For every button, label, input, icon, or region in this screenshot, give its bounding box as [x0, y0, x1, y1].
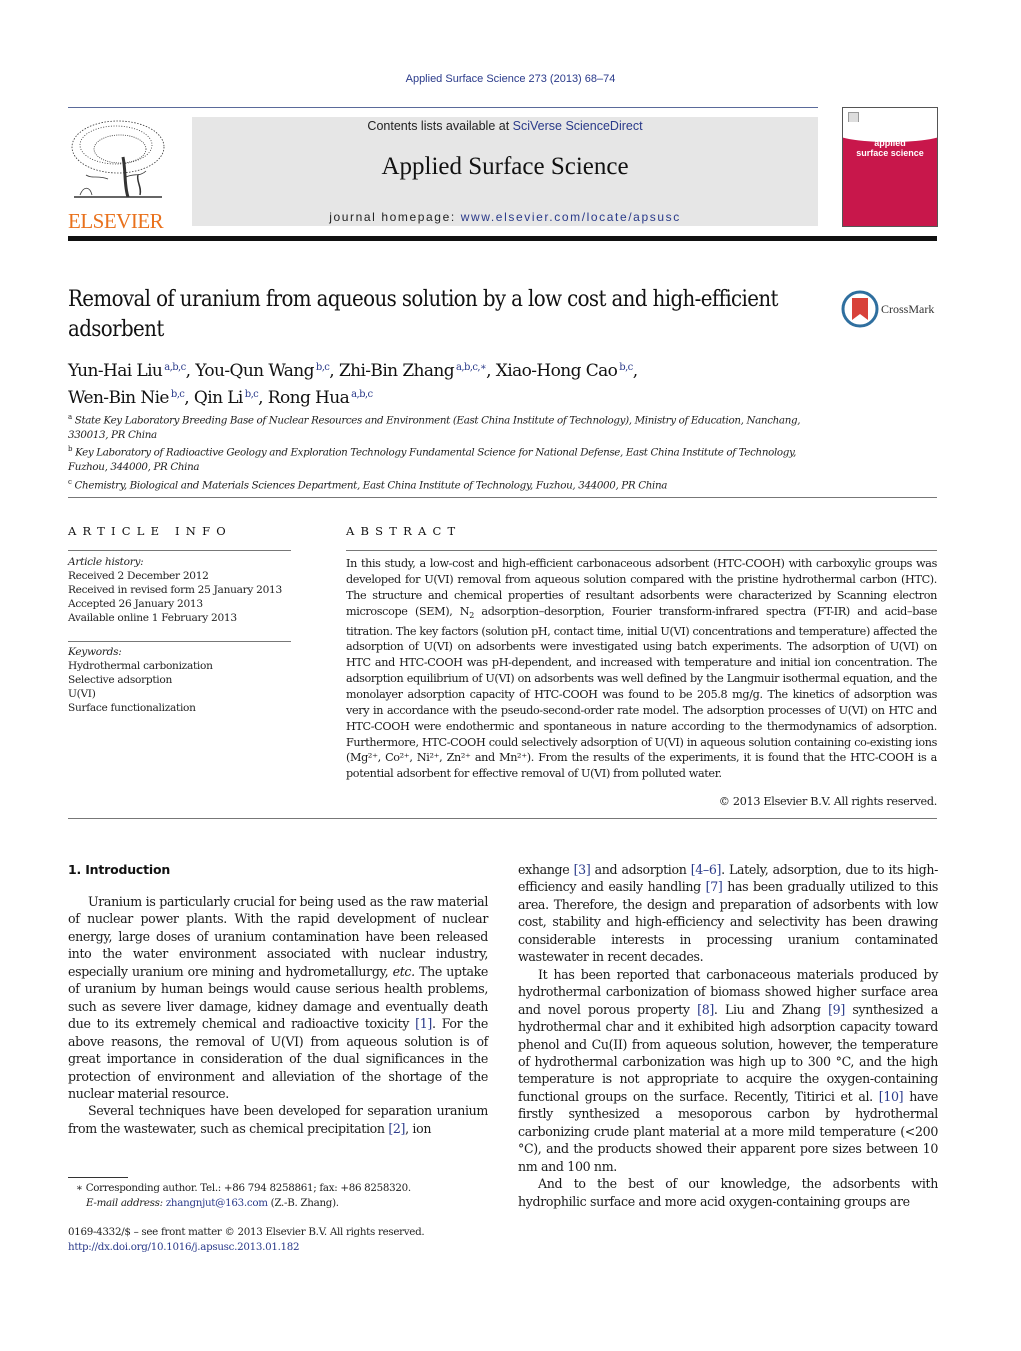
author[interactable]: Rong Hua a,b,c [268, 388, 373, 408]
affiliation: b Key Laboratory of Radioactive Geology … [68, 445, 797, 474]
affiliation: c Chemistry, Biological and Materials Sc… [68, 477, 668, 492]
keyword: Selective adsorption [68, 674, 172, 686]
author-list: Yun-Hai Liu a,b,c, You-Qun Wang b,c, Zhi-B… [68, 361, 638, 408]
journal-banner: Contents lists available at SciVerse Sci… [192, 117, 818, 226]
journal-name: Applied Surface Science [381, 153, 629, 180]
author[interactable]: Yun-Hai Liu a,b,c [68, 361, 186, 381]
author[interactable]: Zhi-Bin Zhang a,b,c,∗ [339, 361, 487, 381]
abstract-copyright: © 2013 Elsevier B.V. All rights reserved… [718, 795, 938, 808]
elsevier-tree-icon [71, 120, 165, 198]
issn-line: 0169-4332/$ – see front matter © 2013 El… [68, 1226, 425, 1238]
crossmark-icon [841, 290, 879, 328]
crossmark-badge[interactable]: CrossMark [841, 290, 941, 330]
body-column-left: Uranium is particularly crucial for bein… [68, 893, 488, 1137]
article-title: Removal of uranium from aqueous solution… [68, 287, 778, 342]
article-info-heading: ARTICLE INFO [68, 524, 232, 538]
crossmark-label: CrossMark [881, 302, 935, 316]
header-thick-rule [68, 236, 937, 241]
history-item: Available online 1 February 2013 [68, 612, 237, 624]
header-divider [68, 107, 818, 108]
sciencedirect-link[interactable]: SciVerse ScienceDirect [513, 119, 643, 133]
author[interactable]: Wen-Bin Nie b,c [68, 388, 185, 408]
citation-link[interactable]: Applied Surface Science 273 (2013) 68–74 [406, 73, 616, 85]
journal-citation[interactable]: Applied Surface Science 273 (2013) 68–74 [0, 73, 1021, 85]
reference-link[interactable]: [2] [388, 1121, 405, 1136]
issn-block: 0169-4332/$ – see front matter © 2013 El… [68, 1225, 498, 1255]
contents-line: Contents lists available at SciVerse Sci… [367, 119, 643, 133]
email-link[interactable]: zhangnjut@163.com [166, 1197, 268, 1209]
elsevier-wordmark: ELSEVIER [68, 209, 164, 233]
paragraph: And to the best of our knowledge, the ad… [518, 1176, 938, 1209]
reference-link[interactable]: [1] [415, 1016, 432, 1031]
author[interactable]: You-Qun Wang b,c [195, 361, 330, 381]
reference-link[interactable]: [10] [879, 1089, 904, 1104]
divider [68, 550, 291, 551]
divider [68, 497, 937, 498]
keyword: Hydrothermal carbonization [68, 660, 213, 672]
keyword: U(VI) [68, 688, 96, 700]
journal-cover[interactable]: applied surface science [842, 107, 938, 227]
footnote-rule [68, 1177, 128, 1178]
affiliation: a State Key Laboratory Breeding Base of … [68, 413, 801, 441]
reference-link[interactable]: [9] [828, 1002, 845, 1017]
paragraph: Several techniques have been developed f… [68, 1103, 488, 1136]
affiliations: a State Key Laboratory Breeding Base of … [68, 410, 828, 493]
reference-link[interactable]: [7] [706, 879, 723, 894]
article-history: Article history: Received 2 December 201… [68, 555, 298, 625]
history-item: Accepted 26 January 2013 [68, 598, 203, 610]
abstract-heading: ABSTRACT [346, 524, 462, 538]
doi-link[interactable]: http://dx.doi.org/10.1016/j.apsusc.2013.… [68, 1240, 498, 1255]
corresponding-author-footnote: ∗ Corresponding author. Tel.: +86 794 82… [76, 1182, 411, 1209]
keywords: Keywords: Hydrothermal carbonization Sel… [68, 645, 298, 715]
reference-link[interactable]: [8] [697, 1002, 714, 1017]
author[interactable]: Xiao-Hong Cao b,c [496, 361, 634, 381]
divider [68, 641, 291, 642]
abstract-text: In this study, a low-cost and high-effic… [346, 557, 937, 781]
history-item: Received 2 December 2012 [68, 570, 209, 582]
divider [346, 550, 937, 551]
reference-link[interactable]: [4–6] [691, 862, 722, 877]
keyword: Surface functionalization [68, 702, 196, 714]
journal-homepage: journal homepage: www.elsevier.com/locat… [329, 210, 681, 224]
author[interactable]: Qin Li b,c [194, 388, 259, 408]
paragraph: It has been reported that carbonaceous m… [518, 966, 938, 1174]
divider [68, 818, 937, 819]
section-heading: 1. Introduction [68, 862, 171, 877]
homepage-link[interactable]: www.elsevier.com/locate/apsusc [461, 210, 681, 224]
body-column-right: exhange [3] and adsorption [4–6]. Lately… [518, 861, 938, 1210]
history-item: Received in revised form 25 January 2013 [68, 584, 282, 596]
paragraph: Uranium is particularly crucial for bein… [68, 894, 488, 1101]
reference-link[interactable]: [3] [574, 862, 591, 877]
elsevier-logo: ELSEVIER [68, 117, 168, 233]
paragraph: exhange [3] and adsorption [4–6]. Lately… [518, 862, 939, 965]
cover-title: applied surface science [856, 138, 924, 158]
